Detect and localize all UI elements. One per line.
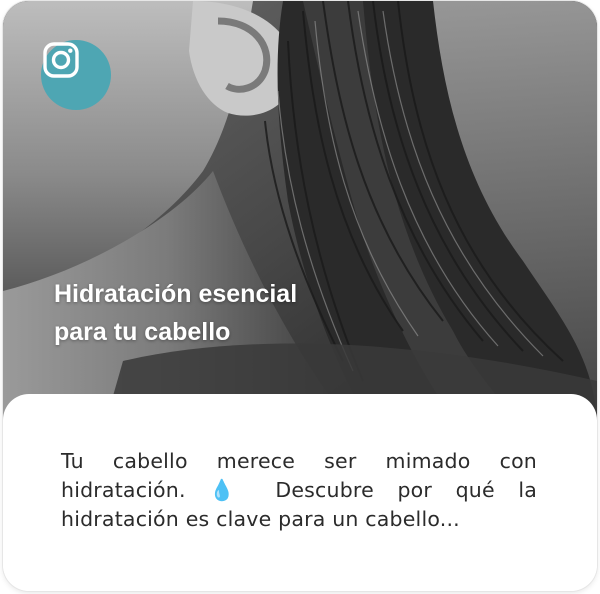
post-title-line2: para tu cabello (54, 318, 231, 346)
instagram-badge[interactable] (41, 40, 111, 110)
instagram-icon (43, 42, 79, 78)
post-excerpt: Tu cabello merece ser mimado con hidrata… (61, 449, 537, 531)
post-title-line1: Hidratación esencial (54, 280, 298, 308)
post-photo[interactable]: Hidratación esencial para tu cabello (3, 1, 597, 431)
post-title[interactable]: Hidratación esencial para tu cabello (54, 275, 454, 351)
